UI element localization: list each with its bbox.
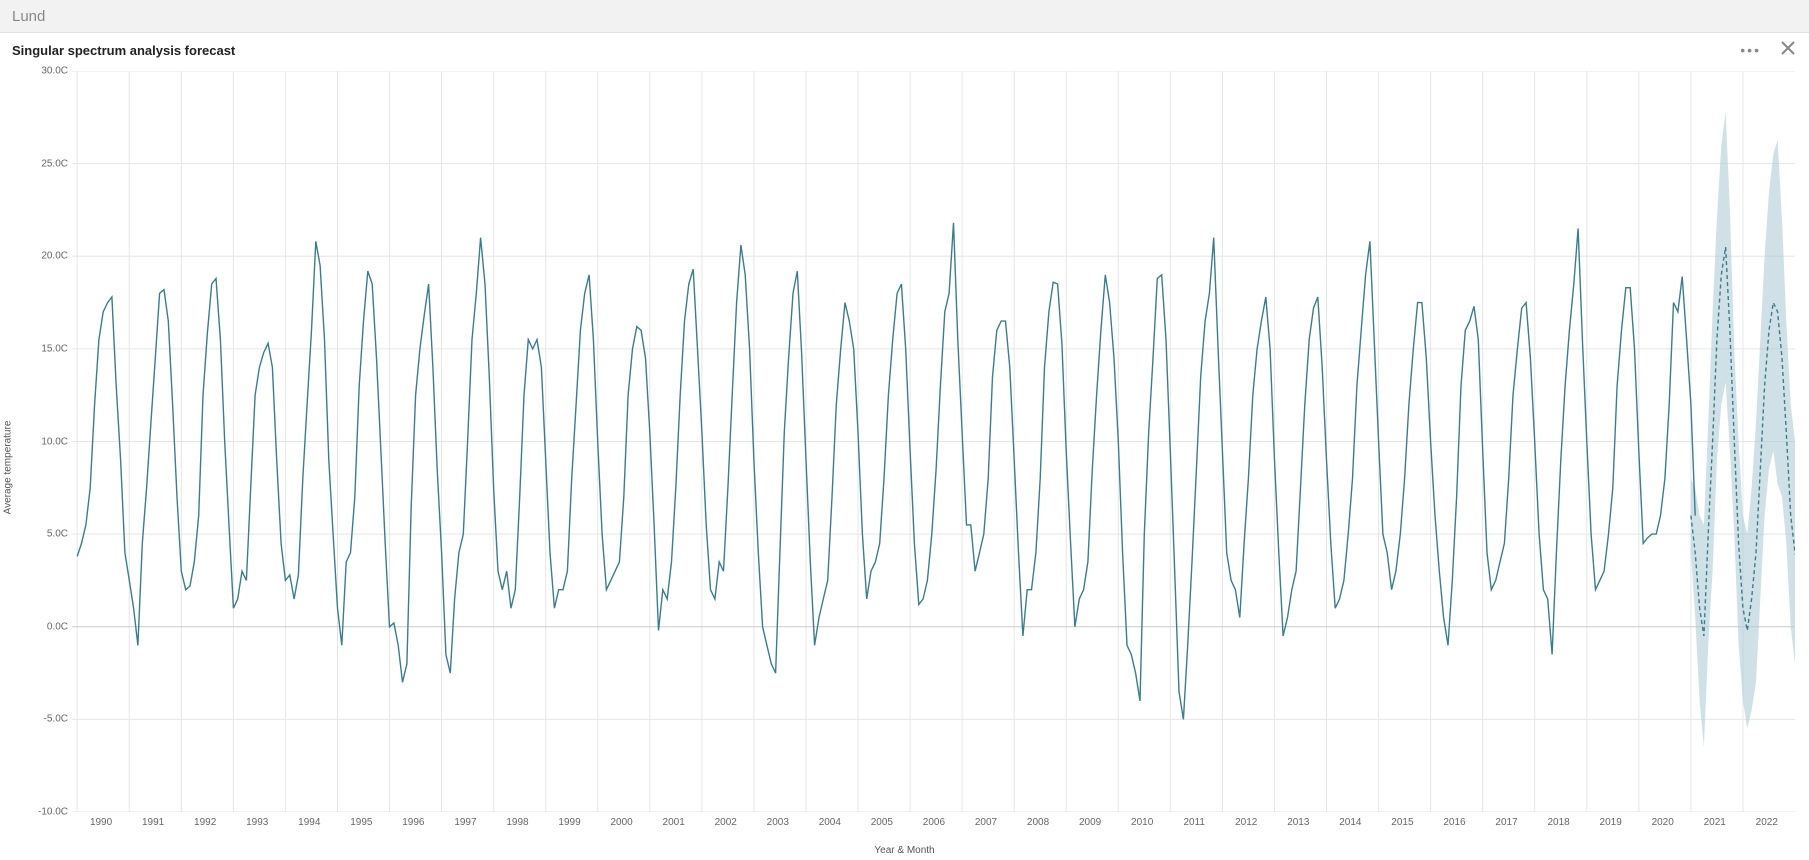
x-tick-label: 2019 [1600,817,1622,828]
x-tick-label: 2017 [1495,817,1517,828]
x-tick-label: 2004 [819,817,841,828]
x-tick-label: 2009 [1079,817,1101,828]
x-tick-label: 2022 [1756,817,1778,828]
x-tick-label: 2008 [1027,817,1049,828]
panel-title: Singular spectrum analysis forecast [12,43,235,58]
x-tick-label: 1990 [90,817,112,828]
more-options-icon[interactable]: ••• [1740,42,1761,58]
x-tick-label: 1997 [454,817,476,828]
y-tick-label: 5.0C [47,529,68,540]
x-tick-label: 2001 [663,817,685,828]
x-tick-label: 2000 [610,817,632,828]
x-tick-label: 2005 [871,817,893,828]
x-tick-label: 2015 [1391,817,1413,828]
x-tick-label: 2014 [1339,817,1361,828]
y-tick-label: 30.0C [41,66,68,77]
x-axis-title: Year & Month [874,845,934,856]
x-tick-label: 2003 [767,817,789,828]
x-tick-label: 2011 [1183,817,1205,828]
panel: Singular spectrum analysis forecast ••• … [0,33,1809,860]
x-tick-label: 2007 [975,817,997,828]
x-tick-label: 2010 [1131,817,1153,828]
x-tick-label: 2016 [1443,817,1465,828]
x-tick-label: 2021 [1704,817,1726,828]
chart-area: Average temperature Year & Month -10.0C -… [0,63,1809,860]
panel-actions: ••• [1740,41,1795,60]
x-tick-label: 1996 [402,817,424,828]
x-tick-label: 1999 [558,817,580,828]
x-tick-label: 1993 [246,817,268,828]
x-tick-label: 1992 [194,817,216,828]
plot-region[interactable] [72,71,1795,812]
close-icon[interactable] [1781,41,1795,60]
x-tick-label: 2006 [923,817,945,828]
x-tick-label: 1995 [350,817,372,828]
y-tick-label: -5.0C [44,714,68,725]
x-tick-label: 2002 [715,817,737,828]
y-tick-label: 15.0C [41,343,68,354]
x-tick-label: 1998 [506,817,528,828]
y-tick-label: 20.0C [41,251,68,262]
y-axis-title: Average temperature [3,420,14,514]
x-tick-label: 1994 [298,817,320,828]
page-title: Lund [12,8,45,25]
x-tick-label: 2012 [1235,817,1257,828]
page-header: Lund [0,0,1809,33]
x-tick-label: 1991 [142,817,164,828]
y-tick-label: 10.0C [41,436,68,447]
panel-header: Singular spectrum analysis forecast ••• [0,33,1809,63]
x-tick-label: 2013 [1287,817,1309,828]
x-tick-label: 2020 [1652,817,1674,828]
y-tick-label: -10.0C [38,807,68,818]
x-tick-label: 2018 [1547,817,1569,828]
y-tick-label: 25.0C [41,158,68,169]
y-tick-label: 0.0C [47,621,68,632]
